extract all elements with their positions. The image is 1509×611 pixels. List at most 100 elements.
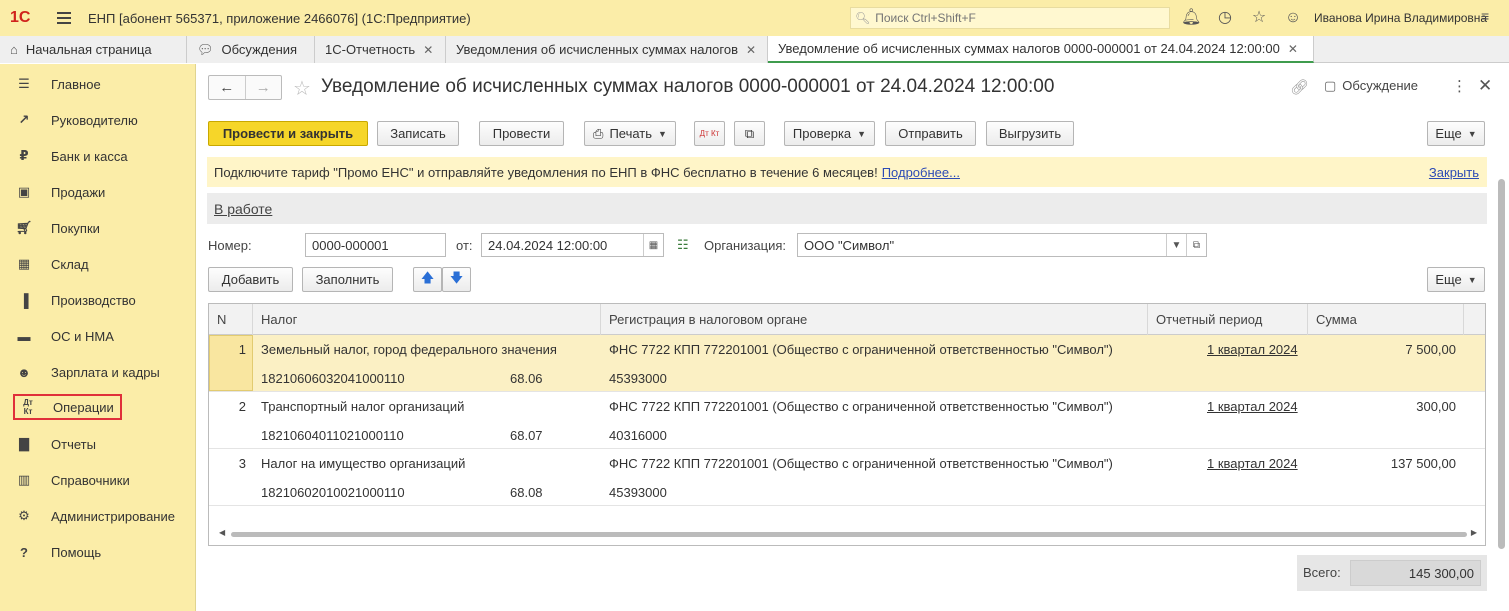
kbk-code[interactable]: 18210606032041000110 — [261, 371, 405, 386]
print-button[interactable]: ⎙ Печать ▼ — [584, 121, 676, 146]
sidebar-item-production[interactable]: ▐ Производство — [14, 287, 188, 313]
tab-reporting[interactable]: 1С-Отчетность ✕ — [315, 36, 446, 63]
column-header[interactable]: Налог — [253, 304, 601, 335]
sidebar-item-assets[interactable]: ▬ ОС и НМА — [14, 323, 188, 349]
tax-name[interactable]: Земельный налог, город федерального знач… — [261, 342, 557, 357]
horizontal-scrollbar[interactable]: ◀ ▶ — [219, 528, 1477, 538]
forward-arrow-icon[interactable]: → — [244, 76, 282, 99]
sum-value[interactable]: 7 500,00 — [1308, 342, 1456, 357]
status-link[interactable]: В работе — [214, 201, 272, 217]
account-code[interactable]: 68.06 — [510, 371, 543, 386]
vertical-scrollbar[interactable] — [1498, 179, 1505, 549]
kbk-code[interactable]: 18210604011021000110 — [261, 428, 404, 443]
star-icon[interactable]: ☆ — [1249, 8, 1269, 28]
table-row[interactable]: 3 Налог на имущество организаций 1821060… — [209, 449, 1485, 506]
sidebar-item-help[interactable]: ? Помощь — [14, 539, 188, 565]
sidebar-item-operations[interactable]: Дт Кт Операции — [13, 394, 122, 420]
org-checklist-icon[interactable]: ☷ — [677, 237, 689, 253]
organization-field[interactable]: ▼ ⧉ — [797, 233, 1207, 257]
oktmo-code[interactable]: 40316000 — [609, 428, 667, 443]
history-icon[interactable]: ◷ — [1215, 8, 1235, 28]
users-icon[interactable]: ☺ — [1283, 8, 1303, 28]
oktmo-code[interactable]: 45393000 — [609, 371, 667, 386]
link-icon[interactable]: 🔗︎ — [1290, 78, 1309, 96]
close-icon[interactable]: ✕ — [1288, 42, 1298, 56]
account-code[interactable]: 68.08 — [510, 485, 543, 500]
sidebar-item-reports[interactable]: ▇ Отчеты — [14, 431, 188, 457]
table-row[interactable]: 1 Земельный налог, город федерального зн… — [209, 335, 1485, 392]
post-and-close-button[interactable]: Провести и закрыть — [208, 121, 368, 146]
column-header[interactable]: Сумма — [1308, 304, 1464, 335]
user-name[interactable]: Иванова Ирина Владимировна — [1314, 11, 1487, 25]
tab-home[interactable]: ⌂ Начальная страница — [0, 36, 187, 63]
tab-discussions[interactable]: 💬︎ Обсуждения — [187, 36, 315, 63]
close-banner-link[interactable]: Закрыть — [1429, 165, 1479, 180]
tab-notifications-list[interactable]: Уведомления об исчисленных суммах налого… — [446, 36, 768, 63]
tax-registration[interactable]: ФНС 7722 КПП 772201001 (Общество с огран… — [609, 342, 1113, 357]
discussion-button[interactable]: ▢ Обсуждение — [1324, 78, 1418, 94]
send-button[interactable]: Отправить — [885, 121, 976, 146]
sidebar-item-admin[interactable]: ⚙ Администрирование — [14, 503, 188, 529]
kbk-code[interactable]: 18210602010021000110 — [261, 485, 405, 500]
sidebar-item-manager[interactable]: ↗ Руководителю — [14, 107, 188, 133]
sidebar-item-bank[interactable]: ₽ Банк и касса — [14, 143, 188, 169]
main-menu-icon[interactable] — [54, 10, 76, 26]
sum-value[interactable]: 300,00 — [1308, 399, 1456, 414]
app-logo[interactable]: 1С — [10, 9, 44, 27]
fill-button[interactable]: Заполнить — [302, 267, 393, 292]
move-up-icon[interactable]: 🡅︎ — [413, 267, 442, 292]
table-row[interactable]: 2 Транспортный налог организаций 1821060… — [209, 392, 1485, 449]
back-arrow-icon[interactable]: ← — [209, 76, 245, 99]
post-button[interactable]: Провести — [479, 121, 564, 146]
date-input[interactable] — [486, 236, 643, 254]
more-info-link[interactable]: Подробнее... — [882, 165, 960, 180]
tab-notification-doc[interactable]: Уведомление об исчисленных суммах налого… — [768, 36, 1314, 63]
tax-name[interactable]: Транспортный налог организаций — [261, 399, 464, 414]
column-header[interactable]: Регистрация в налоговом органе — [601, 304, 1148, 335]
calendar-icon[interactable]: ▦ — [643, 234, 663, 256]
column-header[interactable]: N — [209, 304, 253, 335]
move-down-icon[interactable]: 🡇︎ — [442, 267, 471, 292]
sum-value[interactable]: 137 500,00 — [1308, 456, 1456, 471]
date-field[interactable]: ▦ — [481, 233, 664, 257]
tax-registration[interactable]: ФНС 7722 КПП 772201001 (Общество с огран… — [609, 399, 1113, 414]
favorite-star-icon[interactable]: ☆ — [293, 76, 311, 101]
tax-name[interactable]: Налог на имущество организаций — [261, 456, 465, 471]
close-icon[interactable]: ✕ — [1478, 76, 1492, 96]
oktmo-code[interactable]: 45393000 — [609, 485, 667, 500]
reporting-period[interactable]: 1 квартал 2024 — [1207, 456, 1298, 471]
number-input[interactable] — [310, 236, 445, 254]
sidebar-item-sales[interactable]: ▣ Продажи — [14, 179, 188, 205]
number-field[interactable] — [305, 233, 446, 257]
structure-icon[interactable]: ⧉ — [734, 121, 765, 146]
check-button[interactable]: Проверка ▼ — [784, 121, 875, 146]
dt-kt-button[interactable]: Дт Кт — [694, 121, 725, 146]
search-input[interactable] — [873, 10, 1154, 26]
window-menu-icon[interactable]: ≡ — [1481, 8, 1489, 24]
add-row-button[interactable]: Добавить — [208, 267, 293, 292]
organization-input[interactable] — [802, 236, 1166, 254]
open-icon[interactable]: ⧉ — [1186, 234, 1206, 256]
sidebar-item-catalogs[interactable]: ▥ Справочники — [14, 467, 188, 493]
chevron-down-icon[interactable]: ▼ — [1166, 234, 1186, 256]
sidebar-item-main[interactable]: ☰ Главное — [14, 71, 188, 97]
scroll-thumb[interactable] — [231, 532, 1467, 537]
scroll-left-icon[interactable]: ◀ — [219, 528, 225, 537]
table-more-button[interactable]: Еще ▼ — [1427, 267, 1485, 292]
sidebar-item-purchases[interactable]: 🛒︎ Покупки — [14, 215, 188, 241]
reporting-period[interactable]: 1 квартал 2024 — [1207, 342, 1298, 357]
close-icon[interactable]: ✕ — [423, 43, 433, 57]
more-button[interactable]: Еще ▼ — [1427, 121, 1485, 146]
save-button[interactable]: Записать — [377, 121, 459, 146]
close-icon[interactable]: ✕ — [746, 43, 756, 57]
tax-registration[interactable]: ФНС 7722 КПП 772201001 (Общество с огран… — [609, 456, 1113, 471]
reporting-period[interactable]: 1 квартал 2024 — [1207, 399, 1298, 414]
global-search[interactable]: 🔍︎ — [850, 7, 1170, 29]
sidebar-item-salary[interactable]: ☻ Зарплата и кадры — [14, 359, 188, 385]
column-header[interactable]: Отчетный период — [1148, 304, 1308, 335]
sidebar-item-warehouse[interactable]: ▦ Склад — [14, 251, 188, 277]
upload-button[interactable]: Выгрузить — [986, 121, 1074, 146]
more-vertical-icon[interactable]: ⋮ — [1452, 77, 1467, 95]
bell-icon[interactable]: 🔔︎ — [1181, 8, 1201, 28]
scroll-right-icon[interactable]: ▶ — [1471, 528, 1477, 537]
